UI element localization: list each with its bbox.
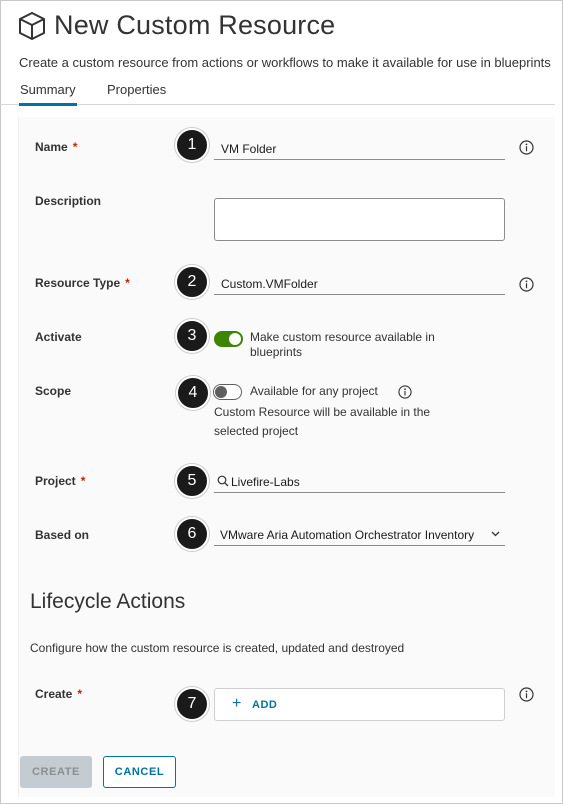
- chevron-down-icon: [491, 531, 500, 537]
- info-icon[interactable]: [519, 140, 534, 155]
- resource-type-input[interactable]: Custom.VMFolder: [214, 271, 505, 295]
- create-button[interactable]: CREATE: [20, 756, 92, 788]
- resource-type-label: Resource Type *: [35, 276, 130, 290]
- info-icon[interactable]: [398, 385, 412, 399]
- create-action-add-button[interactable]: + ADD: [214, 688, 505, 721]
- tab-bar: Summary Properties: [0, 78, 555, 106]
- cube-icon: [19, 11, 45, 40]
- lifecycle-section-title: Lifecycle Actions: [30, 590, 186, 613]
- activate-toggle-text: Make custom resource available in bluepr…: [250, 330, 435, 359]
- plus-icon: +: [232, 695, 242, 712]
- search-icon: [217, 475, 229, 487]
- add-label: ADD: [252, 699, 278, 711]
- callout-badge-3: 3: [175, 319, 209, 353]
- lifecycle-section-description: Configure how the custom resource is cre…: [30, 641, 405, 655]
- scope-label: Scope: [35, 384, 72, 398]
- callout-badge-7: 7: [175, 687, 209, 721]
- name-input[interactable]: VM Folder: [214, 136, 505, 160]
- callout-badge-4: 4: [176, 376, 210, 410]
- based-on-value: VMware Aria Automation Orchestrator Inve…: [220, 528, 475, 542]
- page-header: New Custom Resource: [18, 10, 335, 41]
- callout-badge-2: 2: [175, 265, 209, 299]
- tab-summary[interactable]: Summary: [19, 82, 77, 106]
- required-marker: *: [77, 687, 83, 701]
- create-label: Create *: [35, 687, 83, 701]
- description-textarea[interactable]: [214, 198, 505, 241]
- scope-toggle[interactable]: [213, 384, 242, 400]
- project-value: Livefire-Labs: [231, 475, 300, 489]
- activate-toggle[interactable]: [214, 331, 243, 347]
- page-subtitle: Create a custom resource from actions or…: [19, 55, 551, 70]
- info-icon[interactable]: [519, 277, 534, 292]
- toggle-knob: [229, 333, 241, 345]
- callout-badge-1: 1: [175, 128, 209, 162]
- scope-toggle-text: Available for any project: [250, 384, 378, 398]
- activate-label: Activate: [35, 330, 82, 344]
- based-on-label: Based on: [35, 528, 90, 542]
- cancel-button[interactable]: CANCEL: [103, 756, 176, 788]
- callout-badge-5: 5: [175, 464, 209, 498]
- callout-badge-6: 6: [175, 517, 209, 551]
- required-marker: *: [72, 140, 78, 154]
- required-marker: *: [125, 276, 130, 290]
- based-on-select[interactable]: VMware Aria Automation Orchestrator Inve…: [214, 524, 505, 546]
- project-search-input[interactable]: Livefire-Labs: [214, 469, 505, 493]
- tab-properties[interactable]: Properties: [107, 82, 166, 104]
- required-marker: *: [80, 474, 86, 488]
- info-icon[interactable]: [519, 687, 534, 702]
- name-label: Name *: [35, 140, 78, 154]
- scope-helper-text: Custom Resource will be available in the…: [214, 405, 431, 438]
- project-label: Project *: [35, 474, 86, 488]
- description-label: Description: [35, 194, 102, 208]
- toggle-knob: [215, 386, 227, 398]
- page-title: New Custom Resource: [54, 10, 336, 40]
